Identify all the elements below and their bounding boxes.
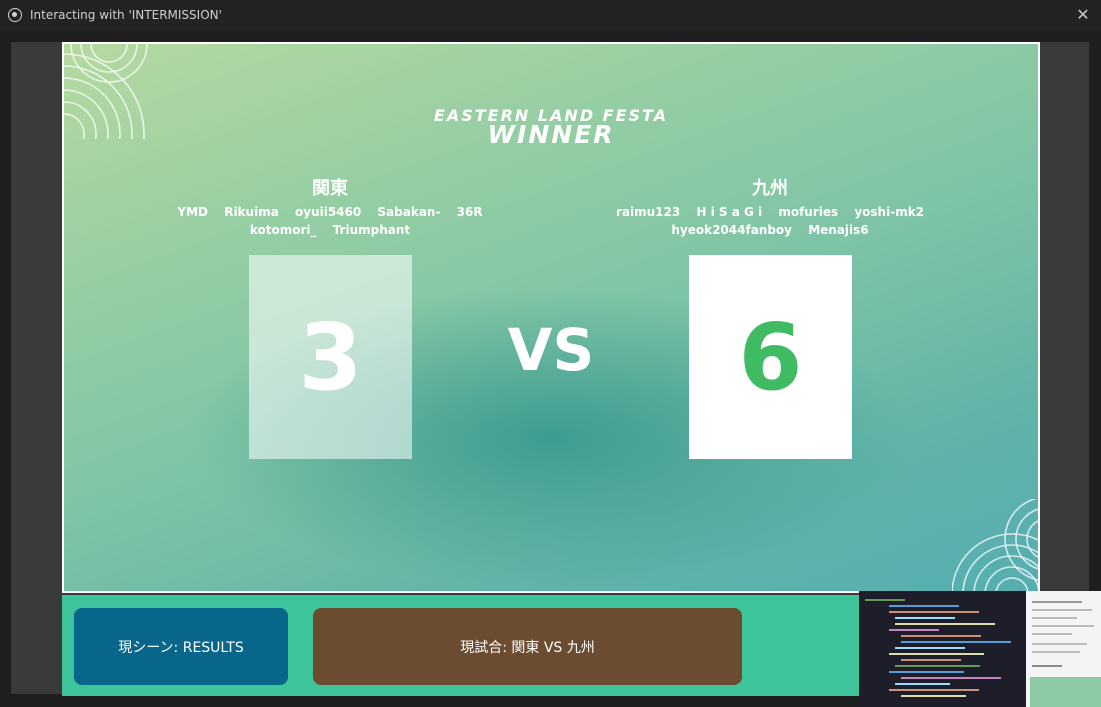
left-players-row1: YMD Rikuima oyuii5460 Sabakan- 36R — [160, 203, 500, 221]
right-players-row2: hyeok2044fanboy Menajis6 — [600, 221, 940, 239]
wave-pattern-bottom-right — [952, 499, 1038, 591]
left-team-players: YMD Rikuima oyuii5460 Sabakan- 36R kotom… — [160, 203, 500, 239]
right-team-players: raimu123 H i S a G i mofuries yoshi-mk2 … — [600, 203, 940, 239]
left-team-score: 3 — [249, 255, 412, 459]
right-players-row1: raimu123 H i S a G i mofuries yoshi-mk2 — [600, 203, 940, 221]
player-name: Menajis6 — [808, 223, 869, 237]
close-icon[interactable]: ✕ — [1073, 5, 1093, 25]
player-name: kotomori_ — [249, 223, 317, 237]
scene-preview[interactable]: EASTERN LAND FESTA WINNER 関東 YMD Rikuima… — [62, 42, 1040, 593]
right-team-score: 6 — [689, 255, 852, 459]
vs-label: VS — [507, 316, 595, 384]
player-name: Rikuima — [224, 205, 279, 219]
player-name: YMD — [177, 205, 209, 219]
player-name: mofuries — [778, 205, 839, 219]
window-title: Interacting with 'INTERMISSION' — [30, 8, 222, 22]
title-bar: Interacting with 'INTERMISSION' ✕ — [0, 0, 1101, 31]
player-name: raimu123 — [615, 205, 681, 219]
player-name: Triumphant — [332, 223, 411, 237]
document-thumbnail — [1026, 591, 1101, 707]
player-name: hyeok2044fanboy — [671, 223, 792, 237]
player-name: Sabakan- — [377, 205, 441, 219]
left-team-name: 関東 — [312, 178, 348, 199]
player-name: 36R — [456, 205, 483, 219]
code-editor-thumbnail — [859, 591, 1026, 707]
current-match-button[interactable]: 現試合: 関東 VS 九州 — [313, 608, 742, 685]
obs-app-icon — [8, 8, 22, 22]
right-team-name: 九州 — [752, 178, 788, 199]
window-thumbnail[interactable] — [859, 591, 1101, 707]
winner-heading: WINNER — [487, 120, 615, 149]
left-players-row2: kotomori_ Triumphant — [160, 221, 500, 239]
player-name: yoshi-mk2 — [854, 205, 925, 219]
player-name: H i S a G i — [696, 205, 763, 219]
current-scene-button[interactable]: 現シーン: RESULTS — [74, 608, 288, 685]
player-name: oyuii5460 — [294, 205, 362, 219]
document-preview-image — [1030, 677, 1101, 707]
